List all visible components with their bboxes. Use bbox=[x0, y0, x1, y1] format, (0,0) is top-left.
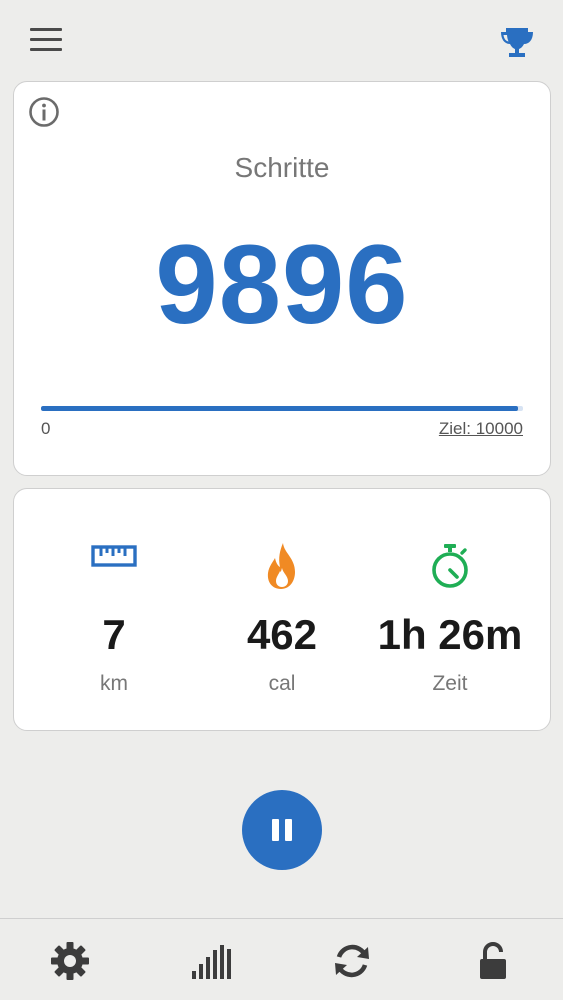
distance-unit: km bbox=[100, 672, 128, 695]
time-stat: 1h 26m Zeit bbox=[360, 489, 540, 732]
steps-progress-bar bbox=[41, 406, 523, 411]
time-value: 1h 26m bbox=[377, 611, 523, 658]
time-unit: Zeit bbox=[432, 672, 468, 695]
refresh-icon[interactable] bbox=[330, 939, 374, 983]
distance-stat: 7 km bbox=[24, 489, 204, 732]
gear-icon[interactable] bbox=[48, 939, 92, 983]
pause-button[interactable] bbox=[242, 790, 322, 870]
steps-progress-fill bbox=[41, 406, 518, 411]
flame-icon bbox=[192, 541, 372, 591]
progress-min-label: 0 bbox=[41, 419, 51, 438]
stats-card: 7 km 462 cal 1h 26m Zeit bbox=[13, 488, 551, 731]
lock-icon[interactable] bbox=[471, 939, 515, 983]
pause-icon-bar bbox=[285, 819, 292, 841]
pause-icon bbox=[272, 819, 279, 841]
info-icon[interactable] bbox=[28, 96, 60, 128]
stopwatch-icon bbox=[360, 541, 540, 591]
calories-unit: cal bbox=[268, 672, 296, 695]
bar-chart-icon[interactable] bbox=[189, 939, 233, 983]
goal-link[interactable]: Ziel: 10000 bbox=[439, 419, 523, 439]
top-bar bbox=[0, 0, 563, 80]
hamburger-menu-icon[interactable] bbox=[28, 26, 64, 54]
steps-label: Schritte bbox=[234, 152, 330, 183]
steps-count: 9896 bbox=[155, 222, 409, 347]
bottom-navigation bbox=[0, 918, 563, 1000]
steps-card: Schritte 9896 0 Ziel: 10000 bbox=[13, 81, 551, 476]
ruler-icon bbox=[24, 541, 204, 591]
calories-stat: 462 cal bbox=[192, 489, 372, 732]
trophy-icon[interactable] bbox=[498, 22, 536, 60]
